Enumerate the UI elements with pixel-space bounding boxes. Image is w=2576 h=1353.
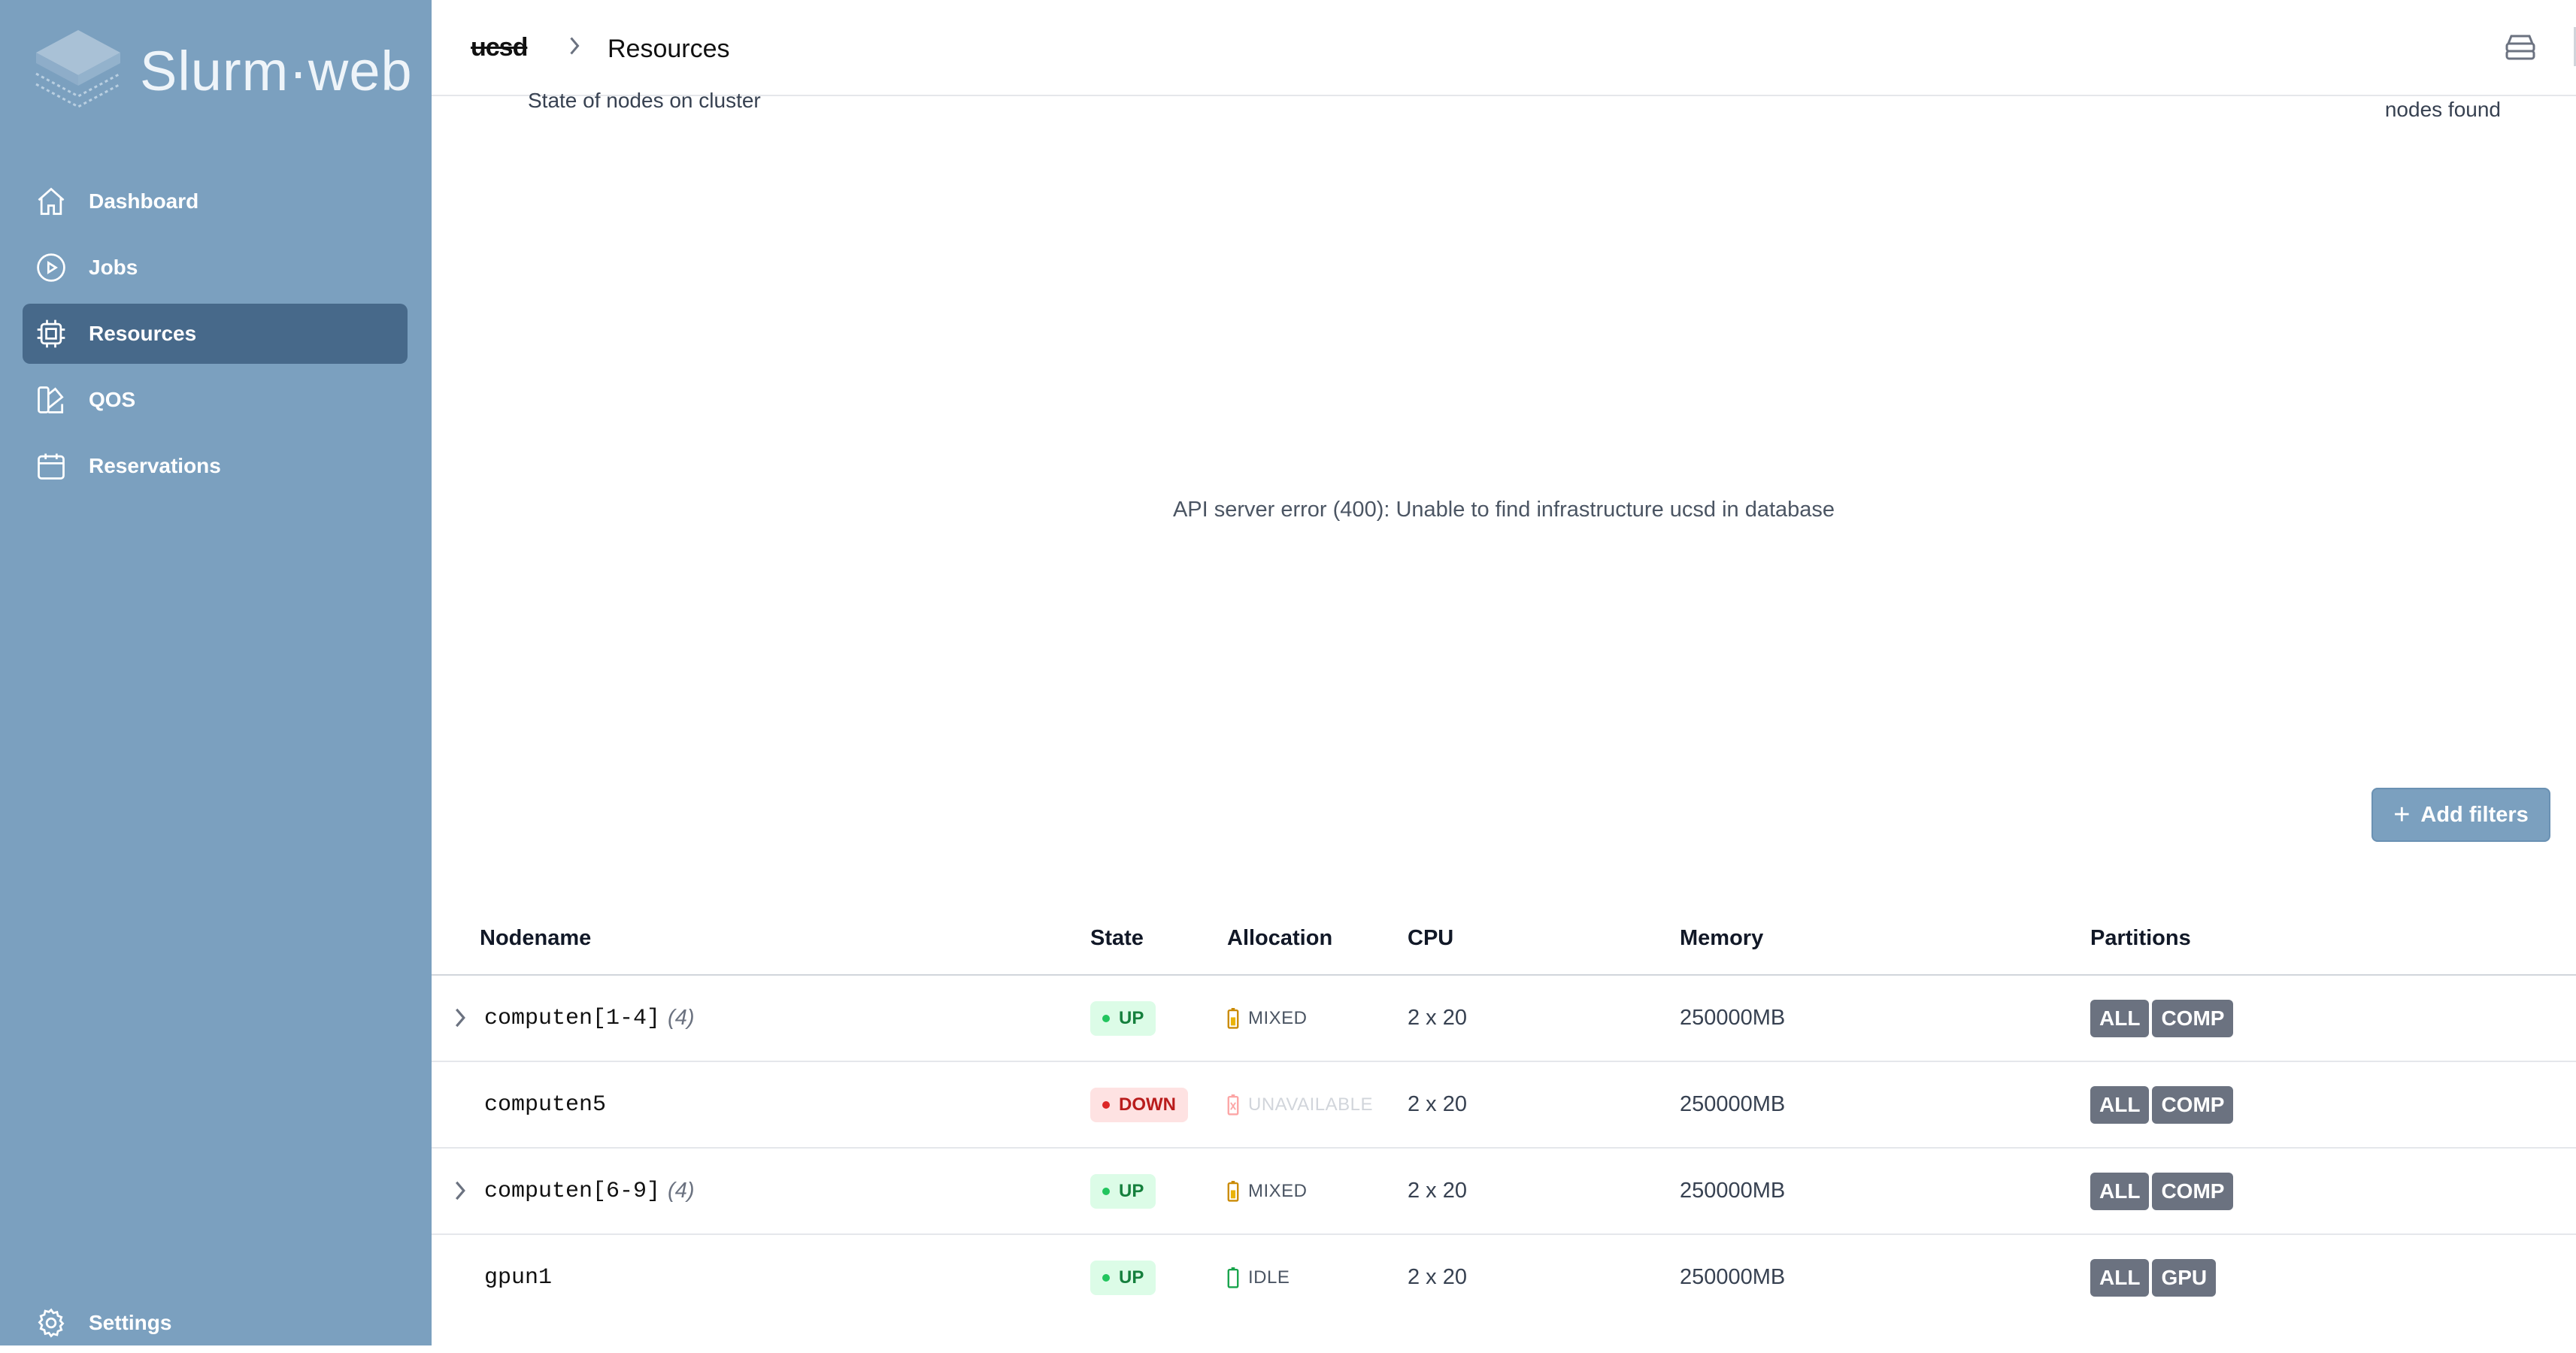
top-header: ucsd Resources — [432, 0, 2576, 96]
partition-badge: ALL — [2090, 999, 2150, 1037]
nodes-table: Nodename State Allocation CPU Memory Par… — [432, 911, 2576, 1320]
partition-badge: ALL — [2090, 1258, 2150, 1297]
allocation-text: UNAVAILABLE — [1248, 1094, 1374, 1115]
column-header-memory: Memory — [1680, 926, 1764, 950]
sidebar: Slurm·web Dashboard Jobs Resources QOS R… — [0, 0, 432, 1345]
status-badge: DOWN — [1090, 1087, 1188, 1122]
add-filters-label: Add filters — [2420, 802, 2529, 827]
cpu-value: 2 x 20 — [1408, 1006, 1467, 1030]
column-header-allocation: Allocation — [1227, 926, 1333, 950]
sidebar-item-label: Jobs — [89, 256, 138, 279]
column-header-state: State — [1090, 926, 1144, 950]
nodename[interactable]: computen[1-4] — [484, 1006, 660, 1031]
nodes-found-label: nodes found — [2384, 98, 2501, 121]
breadcrumb-cluster[interactable]: ucsd — [471, 33, 528, 62]
logo-mark-icon — [35, 30, 121, 108]
allocation-status: MIXED — [1227, 1007, 1308, 1029]
battery-half-icon — [1227, 1007, 1239, 1029]
status-badge: UP — [1090, 1173, 1156, 1209]
sidebar-item-reservations[interactable]: Reservations — [23, 436, 408, 496]
allocation-text: MIXED — [1248, 1007, 1308, 1028]
allocation-text: MIXED — [1248, 1180, 1308, 1201]
sidebar-item-qos[interactable]: QOS — [23, 370, 408, 430]
sidebar-item-label: Resources — [89, 322, 197, 345]
state-text: DOWN — [1119, 1094, 1176, 1115]
sidebar-item-label: Reservations — [89, 454, 221, 477]
table-row[interactable]: computen5 DOWN UNAVAILABLE 2 x 20 250000… — [432, 1062, 2576, 1149]
allocation-status: UNAVAILABLE — [1227, 1094, 1373, 1115]
column-header-cpu: CPU — [1408, 926, 1454, 950]
table-header: Nodename State Allocation CPU Memory Par… — [432, 911, 2576, 976]
nodename[interactable]: gpun1 — [484, 1265, 552, 1291]
cpu-chip-icon — [37, 319, 65, 348]
calendar-icon — [38, 453, 65, 480]
state-text: UP — [1119, 1007, 1144, 1028]
column-header-nodename: Nodename — [480, 926, 592, 950]
table-row[interactable]: gpun1 UP IDLE 2 x 20 250000MB ALL GPU — [432, 1235, 2576, 1320]
server-stack-icon[interactable] — [2502, 30, 2538, 66]
memory-value: 250000MB — [1680, 1092, 1786, 1116]
partition-badge: ALL — [2090, 1172, 2150, 1210]
cpu-value: 2 x 20 — [1408, 1179, 1467, 1203]
breadcrumb-current: Resources — [608, 35, 730, 63]
status-badge: UP — [1090, 1000, 1156, 1036]
memory-value: 250000MB — [1680, 1265, 1786, 1289]
nodename[interactable]: computen[6-9] — [484, 1179, 660, 1204]
sidebar-item-settings[interactable]: Settings — [23, 1293, 408, 1353]
sidebar-item-dashboard[interactable]: Dashboard — [23, 171, 408, 232]
partition-badge: COMP — [2152, 1172, 2234, 1210]
sidebar-item-label: Dashboard — [89, 189, 199, 213]
partition-badge: GPU — [2152, 1258, 2217, 1297]
cpu-value: 2 x 20 — [1408, 1092, 1467, 1116]
memory-value: 250000MB — [1680, 1006, 1786, 1030]
cpu-value: 2 x 20 — [1408, 1265, 1467, 1289]
api-error-message: API server error (400): Unable to find i… — [1172, 498, 1835, 522]
nodename[interactable]: computen5 — [484, 1092, 606, 1118]
sidebar-item-jobs[interactable]: Jobs — [23, 238, 408, 298]
play-circle-icon — [37, 253, 65, 282]
allocation-status: IDLE — [1227, 1267, 1290, 1288]
memory-value: 250000MB — [1680, 1179, 1786, 1203]
state-text: UP — [1119, 1180, 1144, 1201]
column-header-partitions: Partitions — [2090, 926, 2191, 950]
plus-icon: + — [2393, 799, 2411, 831]
sidebar-item-resources[interactable]: Resources — [23, 304, 408, 364]
table-row[interactable]: computen[6-9] (4) UP MIXED 2 x 20 250000… — [432, 1149, 2576, 1235]
partition-badge: COMP — [2152, 1085, 2234, 1124]
node-count: (4) — [668, 1179, 695, 1203]
node-count: (4) — [668, 1006, 695, 1030]
status-badge: UP — [1090, 1260, 1156, 1295]
swatch-icon — [38, 386, 64, 413]
sidebar-nav: Dashboard Jobs Resources QOS Reservation… — [23, 171, 408, 502]
battery-empty-icon — [1227, 1267, 1239, 1288]
chevron-right-icon[interactable] — [453, 1179, 468, 1203]
page-subtitle: State of nodes on cluster — [528, 89, 761, 112]
app-name: Slurm·web — [140, 40, 413, 102]
settings-label: Settings — [89, 1311, 172, 1334]
allocation-text: IDLE — [1248, 1267, 1290, 1288]
add-filters-button[interactable]: + Add filters — [2371, 788, 2550, 842]
home-icon — [38, 187, 65, 215]
partition-badge: ALL — [2090, 1085, 2150, 1124]
sidebar-item-label: QOS — [89, 388, 136, 411]
battery-half-icon — [1227, 1180, 1239, 1202]
gear-icon — [38, 1308, 65, 1338]
state-text: UP — [1119, 1267, 1144, 1288]
chevron-right-icon — [570, 37, 580, 55]
table-row[interactable]: computen[1-4] (4) UP MIXED 2 x 20 250000… — [432, 976, 2576, 1062]
battery-x-icon — [1227, 1094, 1239, 1115]
allocation-status: MIXED — [1227, 1180, 1308, 1202]
slurm-web-logo[interactable]: Slurm·web — [33, 26, 412, 123]
chevron-right-icon[interactable] — [453, 1006, 468, 1030]
partition-badge: COMP — [2152, 999, 2234, 1037]
